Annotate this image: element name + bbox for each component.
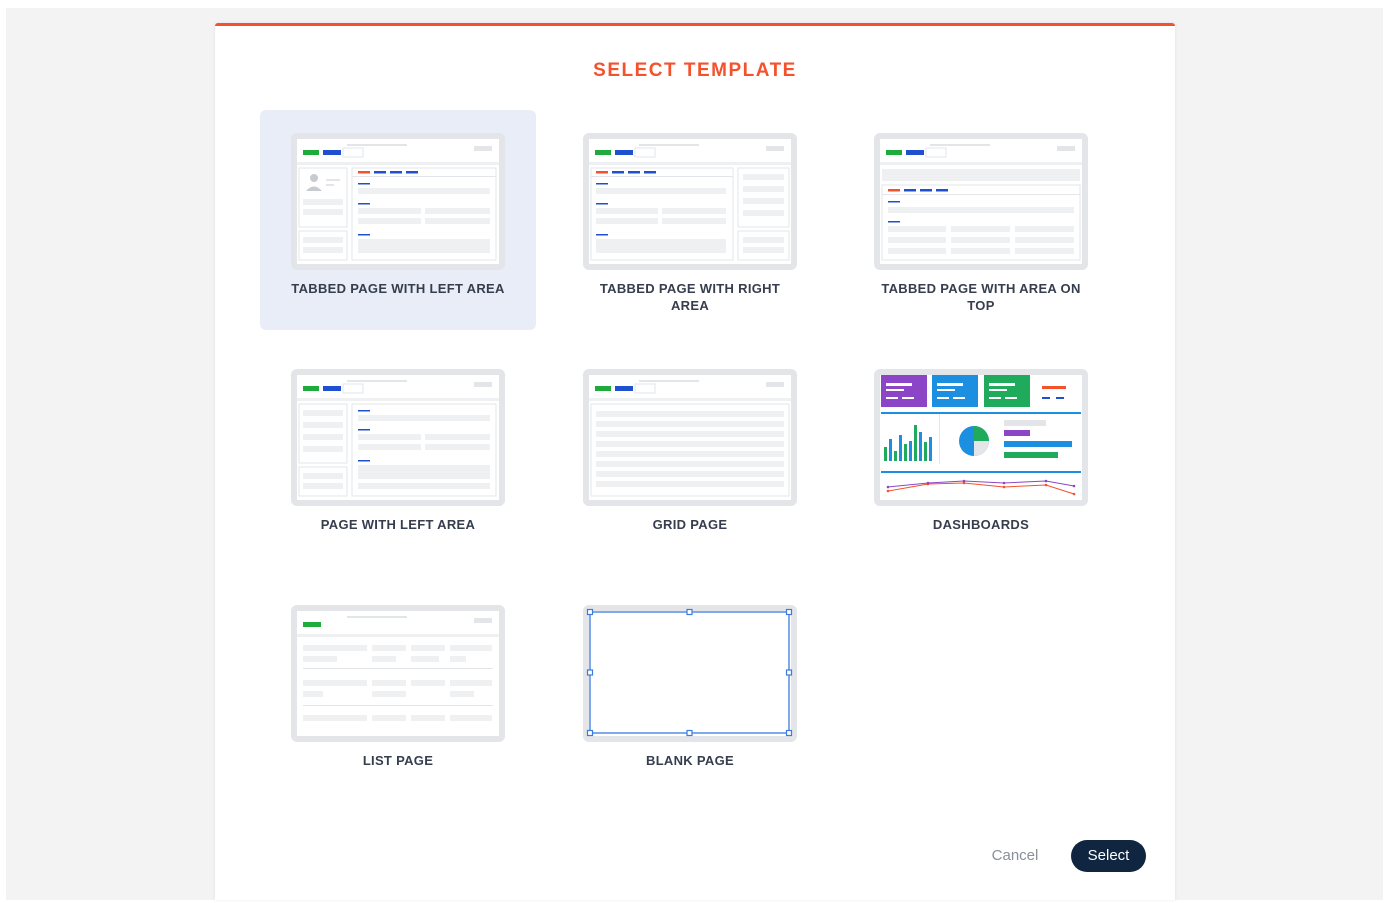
- template-label: BLANK PAGE: [646, 753, 734, 768]
- cancel-button[interactable]: Cancel: [975, 840, 1055, 872]
- dashboard-thumbnail-icon: [874, 369, 1088, 506]
- blank-page-thumbnail-icon: [583, 605, 797, 742]
- template-card-dashboards[interactable]: DASHBOARDS: [843, 346, 1119, 566]
- template-label: TABBED PAGE WITH RIGHT AREA: [599, 281, 781, 313]
- template-label: GRID PAGE: [652, 517, 728, 532]
- template-card-grid-page[interactable]: GRID PAGE: [552, 346, 828, 566]
- template-card-list-page[interactable]: LIST PAGE: [260, 582, 536, 802]
- left-area-thumbnail-icon: [291, 369, 505, 506]
- template-card-tabbed-top-area[interactable]: TABBED PAGE WITH AREA ON TOP: [843, 110, 1119, 330]
- template-label: TABBED PAGE WITH LEFT AREA: [291, 281, 505, 296]
- tabbed-right-area-thumbnail-icon: [583, 133, 797, 270]
- list-page-thumbnail-icon: [291, 605, 505, 742]
- template-label: PAGE WITH LEFT AREA: [320, 517, 476, 532]
- tabbed-left-area-thumbnail-icon: [291, 133, 505, 270]
- grid-page-thumbnail-icon: [583, 369, 797, 506]
- template-label: DASHBOARDS: [932, 517, 1030, 532]
- template-label: TABBED PAGE WITH AREA ON TOP: [881, 281, 1081, 313]
- template-card-tabbed-left-area[interactable]: TABBED PAGE WITH LEFT AREA: [260, 110, 536, 330]
- tabbed-top-area-thumbnail-icon: [874, 133, 1088, 270]
- template-card-tabbed-right-area[interactable]: TABBED PAGE WITH RIGHT AREA: [552, 110, 828, 330]
- select-template-dialog: SELECT TEMPLATE TABBED PAGE WITH LEFT AR…: [215, 23, 1175, 900]
- template-label: LIST PAGE: [362, 753, 434, 768]
- template-card-blank-page[interactable]: BLANK PAGE: [552, 582, 828, 802]
- template-card-left-area[interactable]: PAGE WITH LEFT AREA: [260, 346, 536, 566]
- dialog-title: SELECT TEMPLATE: [593, 60, 797, 81]
- select-button[interactable]: Select: [1071, 840, 1146, 872]
